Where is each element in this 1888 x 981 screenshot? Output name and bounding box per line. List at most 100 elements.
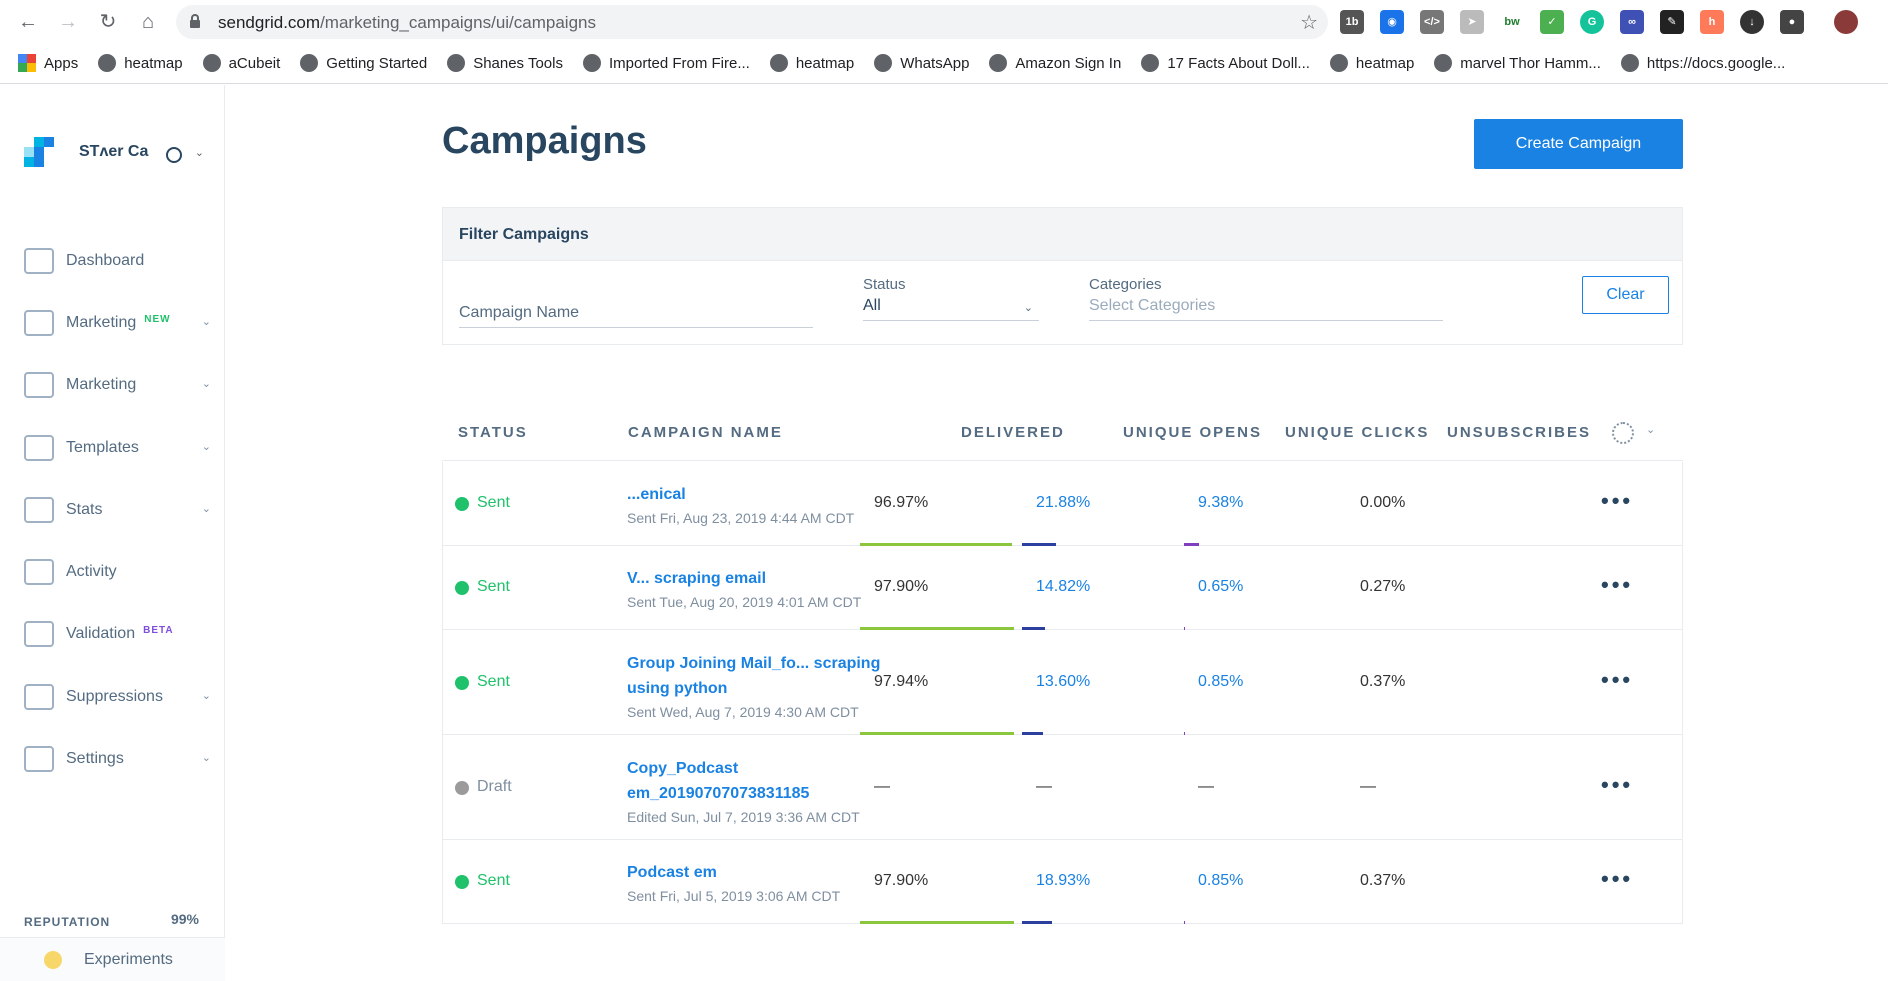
table-row[interactable]: Draft Copy_Podcast em_20190707073831185 Ed… [442,735,1683,840]
sidebar-item-marketing[interactable]: Marketing ⌄ [24,367,219,403]
more-actions-icon[interactable]: ••• [1601,772,1633,798]
extension-icon[interactable]: ● [1780,10,1804,34]
status-select[interactable]: Status All ⌄ [863,276,1039,321]
bookmark-label: 17 Facts About Doll... [1167,54,1310,72]
table-row[interactable]: Sent V... scraping email Sent Tue, Aug 20,… [442,546,1683,630]
chevron-down-icon[interactable]: ⌄ [1646,423,1655,436]
hubspot-icon[interactable]: h [1700,10,1724,34]
campaign-date: Sent Fri, Jul 5, 2019 3:06 AM CDT [627,888,841,904]
home-icon[interactable]: ⌂ [134,8,162,36]
extension-icon[interactable]: ↓ [1740,10,1764,34]
extension-icon[interactable]: bw [1500,10,1524,34]
more-actions-icon[interactable]: ••• [1601,667,1633,693]
col-status[interactable]: STATUS [458,405,528,461]
bookmark-item[interactable]: Amazon Sign In [989,54,1121,72]
bookmark-item[interactable]: WhatsApp [874,54,969,72]
sidebar-item-label: Marketing [66,314,137,331]
metric-clicks[interactable]: 0.85% [1198,673,1243,691]
bookmark-item[interactable]: heatmap [769,54,854,72]
bookmark-item[interactable]: https://docs.google... [1620,54,1785,72]
sidebar-item-suppressions[interactable]: Suppressions ⌄ [24,679,219,715]
bookmark-item[interactable]: heatmap [1329,54,1415,72]
metric-opens[interactable]: 21.88% [1036,494,1090,512]
bookmark-star-icon[interactable]: ☆ [1300,10,1318,35]
sidebar-item-settings[interactable]: Settings ⌄ [24,741,219,777]
metric-clicks[interactable]: — [1198,778,1214,796]
sidebar-item-validation[interactable]: Validation BETA [24,616,219,652]
clear-button[interactable]: Clear [1582,276,1669,314]
main-content: Campaigns Create Campaign Filter Campaig… [226,85,1888,981]
categories-select[interactable]: Categories Select Categories [1089,276,1443,321]
bookmark-item[interactable]: marvel Thor Hamm... [1434,54,1601,72]
campaign-name[interactable]: Group Joining Mail_fo... scraping using … [627,651,897,701]
bookmark-label: heatmap [1355,54,1415,72]
table-row[interactable]: Sent Group Joining Mail_fo... scraping us… [442,630,1683,735]
bookmark-item[interactable]: Getting Started [300,54,427,72]
metric-clicks[interactable]: 9.38% [1198,494,1243,512]
campaign-name-link[interactable]: Group Joining Mail_fo... scraping using … [627,651,897,723]
table-row[interactable]: Sent Podcast em Sent Fri, Jul 5, 2019 3:06… [442,840,1683,924]
extension-icon[interactable]: ◉ [1380,10,1404,34]
extension-icon[interactable]: ∞ [1620,10,1644,34]
metric-opens[interactable]: — [1036,778,1052,796]
extension-icon[interactable]: </> [1420,10,1444,34]
campaign-name-field[interactable]: Campaign Name [459,300,813,328]
more-actions-icon[interactable]: ••• [1601,488,1633,514]
metric-clicks[interactable]: 0.65% [1198,578,1243,596]
campaign-name[interactable]: V... scraping email [627,566,897,591]
metric-opens[interactable]: 13.60% [1036,673,1090,691]
bookmark-label: Imported From Fire... [608,54,750,72]
campaign-name[interactable]: ...enical [627,482,897,507]
col-delivered[interactable]: DELIVERED [961,405,1065,461]
bookmark-item[interactable]: Apps [18,54,78,72]
bookmark-item[interactable]: aCubeit [202,54,280,72]
create-campaign-button[interactable]: Create Campaign [1474,119,1683,169]
profile-avatar[interactable] [1834,10,1858,34]
sidebar-item-stats[interactable]: Stats ⌄ [24,492,219,528]
page-title: Campaigns [442,120,647,162]
campaign-name-link[interactable]: Copy_Podcast em_20190707073831185 Edited … [627,756,897,828]
extension-icon[interactable]: ✎ [1660,10,1684,34]
col-unique-clicks[interactable]: UNIQUE CLICKS [1285,405,1429,461]
extension-icon[interactable]: ➤ [1460,10,1484,34]
sidebar-item-templates[interactable]: Templates ⌄ [24,430,219,466]
metric-delivered: 97.90% [874,872,929,889]
grammarly-icon[interactable]: G [1580,10,1604,34]
metric-opens[interactable]: 14.82% [1036,578,1090,596]
extension-icon[interactable]: 1b [1340,10,1364,34]
sidebar-item-label: Stats [66,501,103,518]
reload-icon[interactable]: ↻ [94,8,122,36]
bookmark-item[interactable]: Shanes Tools [447,54,563,72]
sidebar-item-dashboard[interactable]: Dashboard [24,243,219,279]
metric-clicks[interactable]: 0.85% [1198,872,1243,890]
col-unique-opens[interactable]: UNIQUE OPENS [1123,405,1262,461]
campaign-name-link[interactable]: V... scraping email Sent Tue, Aug 20, 201… [627,566,897,613]
more-actions-icon[interactable]: ••• [1601,572,1633,598]
sidebar-item-label: Templates [66,439,139,456]
sidebar-item-marketing-new[interactable]: Marketing NEW ⌄ [24,305,219,341]
account-switcher[interactable]: STʌer Ca ⌄ [24,137,214,177]
metric-opens[interactable]: 18.93% [1036,872,1090,890]
campaign-name[interactable]: Copy_Podcast em_20190707073831185 [627,756,897,806]
status-dot [455,781,469,795]
bookmark-item[interactable]: heatmap [98,54,183,72]
metric-delivered: 97.94% [874,673,929,690]
bookmark-item[interactable]: 17 Facts About Doll... [1141,54,1310,72]
back-icon[interactable]: ← [14,8,42,36]
campaign-name-link[interactable]: Podcast em Sent Fri, Jul 5, 2019 3:06 AM … [627,860,897,907]
sidebar-item-activity[interactable]: Activity [24,554,219,590]
address-bar[interactable]: sendgrid.com/marketing_campaigns/ui/camp… [176,5,1328,39]
bookmark-label: Apps [44,54,79,72]
col-campaign-name[interactable]: CAMPAIGN NAME [628,405,783,461]
col-unsubscribes[interactable]: UNSUBSCRIBES [1447,405,1591,461]
bookmark-favicon-icon [447,54,466,72]
campaign-name-link[interactable]: ...enical Sent Fri, Aug 23, 2019 4:44 AM … [627,482,897,529]
gear-icon[interactable] [1612,422,1634,444]
campaign-name[interactable]: Podcast em [627,860,897,885]
more-actions-icon[interactable]: ••• [1601,866,1633,892]
bookmark-item[interactable]: Imported From Fire... [582,54,750,72]
table-row[interactable]: Sent ...enical Sent Fri, Aug 23, 2019 4:44… [442,462,1683,546]
extension-icon[interactable]: ✓ [1540,10,1564,34]
experiments-link[interactable]: Experiments [0,937,225,981]
forward-icon[interactable]: → [54,8,82,36]
